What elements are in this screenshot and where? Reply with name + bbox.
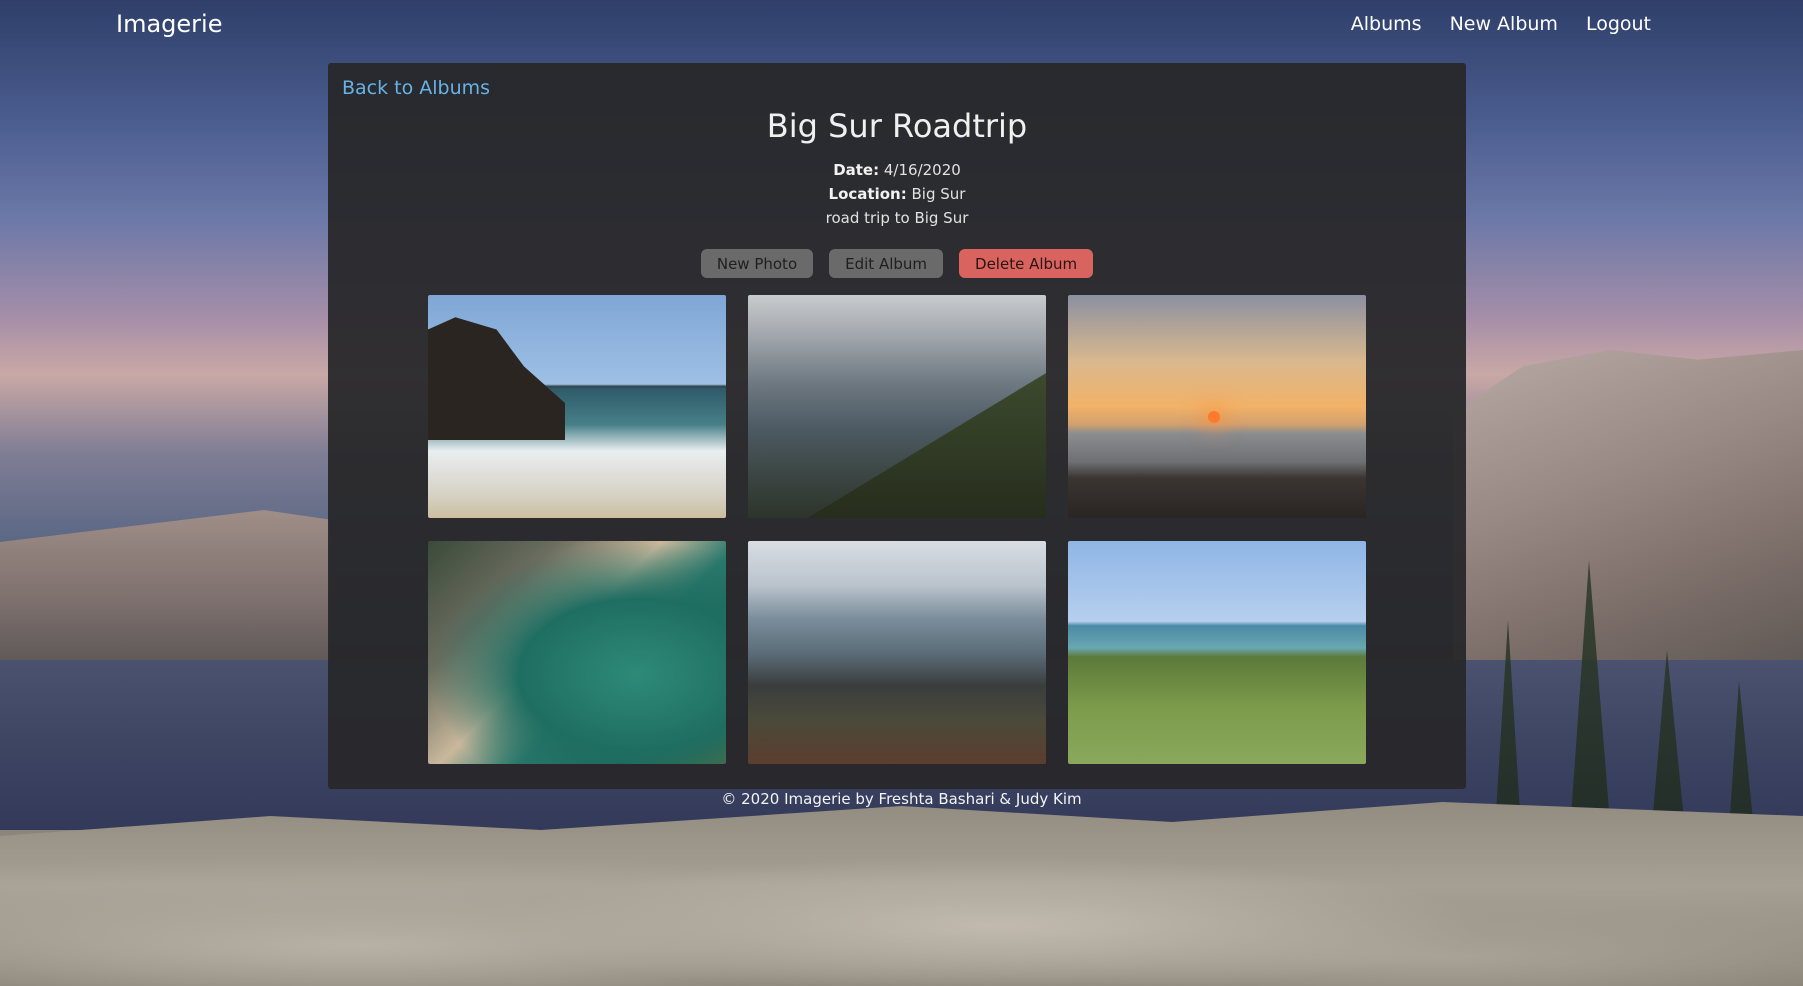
album-actions: New Photo Edit Album Delete Album: [328, 249, 1466, 278]
album-date-row: Date: 4/16/2020: [328, 158, 1466, 182]
nav-link-logout[interactable]: Logout: [1586, 13, 1651, 35]
photo-thumbnail[interactable]: [748, 295, 1046, 518]
photo-grid: [428, 295, 1366, 764]
album-meta: Date: 4/16/2020 Location: Big Sur road t…: [328, 158, 1466, 230]
album-description: road trip to Big Sur: [825, 209, 969, 227]
nav-links: Albums New Album Logout: [1351, 13, 1651, 35]
album-card: Back to Albums Big Sur Roadtrip Date: 4/…: [328, 63, 1466, 789]
album-location-row: Location: Big Sur: [328, 182, 1466, 206]
album-location: Big Sur: [911, 185, 966, 203]
back-to-albums-link[interactable]: Back to Albums: [342, 77, 490, 99]
album-date-label: Date:: [833, 161, 880, 179]
edit-album-button[interactable]: Edit Album: [829, 249, 944, 278]
album-date: 4/16/2020: [883, 161, 961, 179]
album-title: Big Sur Roadtrip: [766, 107, 1028, 145]
album-location-label: Location:: [828, 185, 907, 203]
background-mountain-left: [0, 510, 330, 670]
background-mountain-right: [1453, 350, 1803, 670]
photo-thumbnail[interactable]: [748, 541, 1046, 764]
navbar: Imagerie Albums New Album Logout: [0, 0, 1803, 52]
photo-thumbnail[interactable]: [428, 541, 726, 764]
footer-text: © 2020 Imagerie by Freshta Bashari & Jud…: [721, 790, 1082, 808]
new-photo-button[interactable]: New Photo: [700, 249, 814, 278]
photo-thumbnail[interactable]: [1068, 541, 1366, 764]
nav-link-albums[interactable]: Albums: [1351, 13, 1422, 35]
photo-thumbnail[interactable]: [1068, 295, 1366, 518]
delete-album-button[interactable]: Delete Album: [959, 249, 1094, 278]
brand-logo[interactable]: Imagerie: [116, 10, 222, 38]
background-rocks: [0, 802, 1803, 986]
nav-link-new-album[interactable]: New Album: [1450, 13, 1558, 35]
photo-thumbnail[interactable]: [428, 295, 726, 518]
